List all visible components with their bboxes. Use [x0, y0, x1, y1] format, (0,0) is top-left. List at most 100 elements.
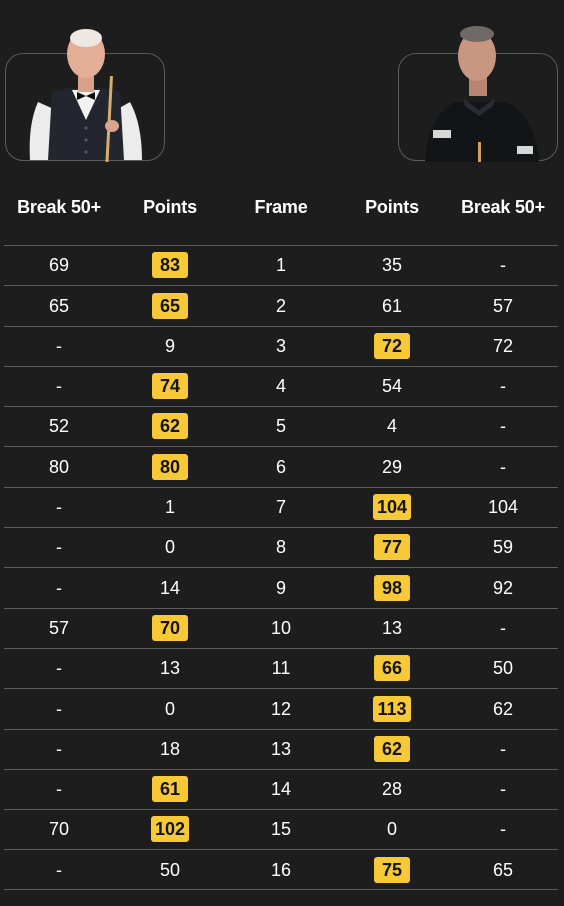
table-row: - 61 14 28 -	[4, 768, 558, 810]
cell-value: 28	[381, 779, 403, 800]
right-points-cell: 66	[337, 649, 447, 689]
left-points-cell: 80	[115, 447, 225, 487]
left-break-cell: -	[4, 730, 114, 770]
player-card-left	[5, 29, 165, 162]
left-break-cell: -	[4, 568, 114, 608]
cell-value: -	[56, 577, 62, 598]
frame-number-cell: 6	[226, 447, 336, 487]
frame-number-cell: 5	[226, 407, 336, 447]
cell-value: -	[500, 416, 506, 437]
frame-number-cell: 3	[226, 327, 336, 367]
left-break-cell: 80	[4, 447, 114, 487]
right-break-cell: -	[448, 609, 558, 649]
cell-value: 4	[386, 416, 397, 437]
right-points-cell: 72	[337, 327, 447, 367]
cell-value: 14	[270, 779, 292, 800]
left-points-cell: 83	[115, 246, 225, 286]
cell-value: 18	[159, 738, 181, 759]
cell-value: -	[56, 376, 62, 397]
table-row: - 50 16 75 65	[4, 849, 558, 890]
frame-winner-score: 75	[374, 856, 410, 883]
frame-number-cell: 4	[226, 367, 336, 407]
table-row: 70 102 15 0 -	[4, 809, 558, 849]
cell-value: -	[56, 859, 62, 880]
header-left-break: Break 50+	[17, 197, 101, 217]
right-break-cell: -	[448, 407, 558, 447]
cell-value: 80	[48, 456, 70, 477]
frame-winner-score: 61	[152, 776, 188, 803]
table-row: 65 65 2 61 57	[4, 285, 558, 325]
frame-winner-score: 83	[152, 252, 188, 279]
left-points-cell: 1	[115, 488, 225, 528]
player-right-photo	[399, 26, 559, 162]
cell-value: 13	[159, 658, 181, 679]
left-points-cell: 65	[115, 286, 225, 326]
right-break-cell: 59	[448, 528, 558, 568]
right-break-cell: 50	[448, 649, 558, 689]
table-row: 69 83 1 35 -	[4, 245, 558, 285]
right-break-cell: -	[448, 770, 558, 810]
left-points-cell: 70	[115, 609, 225, 649]
right-points-cell: 113	[337, 689, 447, 729]
cell-value: 59	[492, 537, 514, 558]
cell-value: 0	[164, 537, 175, 558]
cell-value: -	[56, 497, 62, 518]
header-right-break: Break 50+	[461, 197, 545, 217]
cell-value: 69	[48, 255, 70, 276]
table-row: - 9 3 72 72	[4, 325, 558, 367]
frame-winner-score: 66	[374, 655, 410, 682]
table-row: - 0 8 77 59	[4, 527, 558, 567]
cell-value: -	[500, 819, 506, 840]
frame-number-cell: 2	[226, 286, 336, 326]
right-points-cell: 35	[337, 246, 447, 286]
cell-value: -	[500, 779, 506, 800]
table-row: - 74 4 54 -	[4, 365, 558, 407]
cell-value: 104	[487, 497, 519, 518]
frame-winner-score: 98	[374, 574, 410, 601]
frame-number-cell: 12	[226, 689, 336, 729]
frame-winner-score: 62	[152, 413, 188, 440]
left-break-cell: 70	[4, 810, 114, 850]
left-break-cell: -	[4, 850, 114, 890]
frame-winner-score: 70	[152, 614, 188, 641]
cell-value: 0	[386, 819, 397, 840]
cell-value: 9	[164, 335, 175, 356]
cell-value: 14	[159, 577, 181, 598]
frame-winner-score: 113	[373, 695, 411, 722]
cell-value: 9	[275, 577, 286, 598]
cell-value: 8	[275, 537, 286, 558]
right-break-cell: -	[448, 367, 558, 407]
cell-value: 65	[492, 859, 514, 880]
cell-value: 70	[48, 819, 70, 840]
right-points-cell: 61	[337, 286, 447, 326]
left-points-cell: 9	[115, 327, 225, 367]
player-card-right	[398, 26, 559, 162]
frame-number-cell: 7	[226, 488, 336, 528]
right-break-cell: -	[448, 447, 558, 487]
left-points-cell: 0	[115, 528, 225, 568]
cell-value: -	[500, 255, 506, 276]
cell-value: -	[56, 658, 62, 679]
frame-number-cell: 16	[226, 850, 336, 890]
left-break-cell: -	[4, 528, 114, 568]
cell-value: -	[56, 335, 62, 356]
cell-value: -	[56, 738, 62, 759]
cell-value: 65	[48, 295, 70, 316]
frame-number-cell: 1	[226, 246, 336, 286]
cell-value: 12	[270, 698, 292, 719]
cell-value: -	[56, 779, 62, 800]
cell-value: 13	[381, 617, 403, 638]
left-break-cell: -	[4, 649, 114, 689]
cell-value: 16	[270, 859, 292, 880]
right-points-cell: 28	[337, 770, 447, 810]
frame-winner-score: 77	[374, 534, 410, 561]
frame-number-cell: 10	[226, 609, 336, 649]
right-points-cell: 77	[337, 528, 447, 568]
table-row: - 0 12 113 62	[4, 688, 558, 728]
cell-value: 29	[381, 456, 403, 477]
cell-value: 2	[275, 295, 286, 316]
header-left-points: Points	[143, 197, 197, 217]
cell-value: -	[500, 456, 506, 477]
cell-value: 5	[275, 416, 286, 437]
left-break-cell: -	[4, 488, 114, 528]
